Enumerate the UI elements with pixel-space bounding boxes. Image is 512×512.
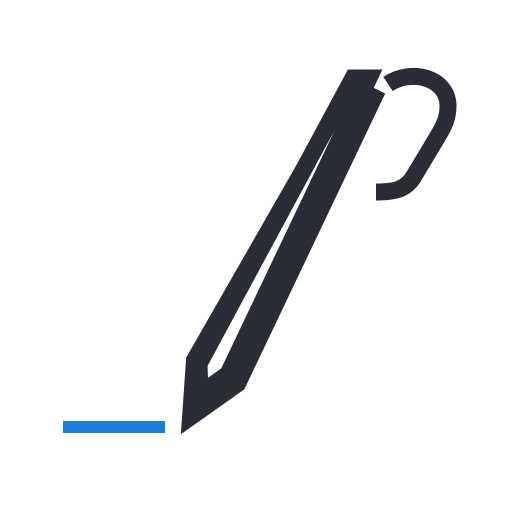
pen-body (190, 69, 383, 411)
pen-icon (63, 67, 457, 435)
app-icon (0, 0, 512, 512)
underline-bar (63, 421, 165, 433)
pen-clip (375, 67, 457, 201)
